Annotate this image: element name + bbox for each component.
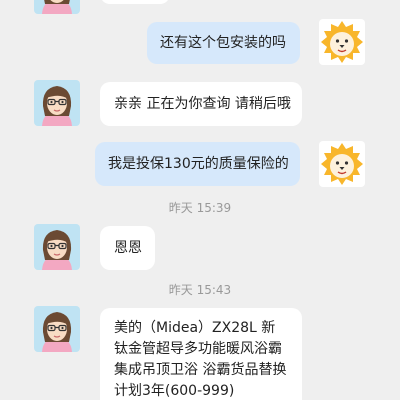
- message-text: 我是投保130元的质量保险的: [108, 156, 289, 172]
- message-text: 恩恩: [114, 240, 142, 256]
- message-bubble[interactable]: 恩恩: [100, 226, 155, 270]
- chat-window: 还有这个包安装的吗 亲亲 正在为你查询 请稍后哦 我是投保130元的质量保险的 …: [0, 0, 400, 400]
- girl-with-glasses-icon: [34, 224, 80, 270]
- agent-avatar[interactable]: [34, 80, 80, 126]
- user-avatar[interactable]: [319, 19, 365, 65]
- girl-with-glasses-icon: [34, 306, 80, 352]
- message-text: 美的（Midea）ZX28L 新钛金管超导多功能暖风浴霸 集成吊顶卫浴 浴霸货品…: [114, 320, 287, 399]
- message-text: 还有这个包安装的吗: [160, 35, 286, 51]
- agent-avatar[interactable]: [34, 0, 80, 14]
- user-avatar[interactable]: [319, 141, 365, 187]
- message-bubble[interactable]: [100, 0, 170, 4]
- agent-avatar[interactable]: [34, 224, 80, 270]
- lion-mascot-icon: [319, 141, 365, 187]
- agent-avatar[interactable]: [34, 306, 80, 352]
- lion-mascot-icon: [319, 19, 365, 65]
- girl-with-glasses-icon: [34, 80, 80, 126]
- message-text: 亲亲 正在为你查询 请稍后哦: [114, 96, 291, 112]
- message-bubble[interactable]: 亲亲 正在为你查询 请稍后哦: [100, 82, 302, 126]
- message-bubble[interactable]: 我是投保130元的质量保险的: [95, 142, 300, 186]
- girl-with-glasses-icon: [34, 0, 80, 14]
- message-timestamp: 昨天 15:43: [168, 283, 232, 297]
- message-timestamp: 昨天 15:39: [168, 201, 232, 215]
- message-bubble[interactable]: 还有这个包安装的吗: [147, 22, 300, 64]
- message-bubble[interactable]: 美的（Midea）ZX28L 新钛金管超导多功能暖风浴霸 集成吊顶卫浴 浴霸货品…: [100, 308, 302, 400]
